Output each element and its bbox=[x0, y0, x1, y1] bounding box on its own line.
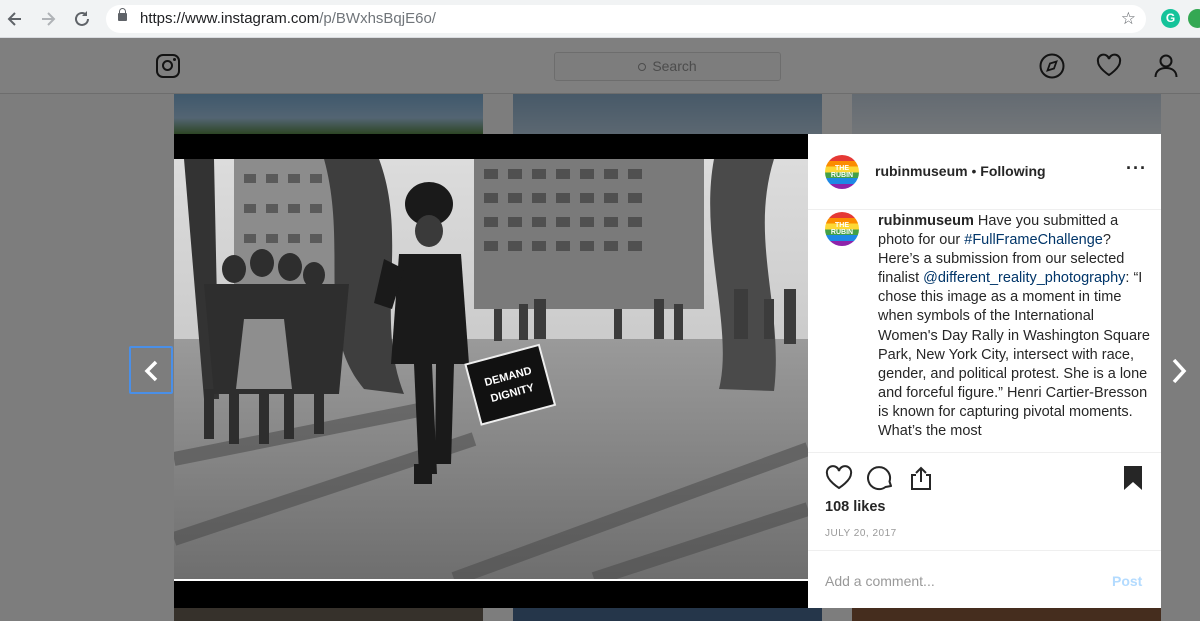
lock-icon bbox=[118, 8, 127, 21]
url-text[interactable]: https://www.instagram.com/p/BWxhsBqjE6o/ bbox=[140, 5, 436, 33]
post-caption: rubinmuseum Have you submitted a photo f… bbox=[878, 213, 1150, 440]
like-heart-icon[interactable] bbox=[825, 465, 853, 496]
more-options-icon[interactable]: ··· bbox=[1126, 158, 1147, 179]
mention-link[interactable]: @different_reality_photography bbox=[923, 270, 1125, 286]
post-author: rubinmuseum • Following bbox=[875, 163, 1046, 179]
comment-form: Add a comment... Post bbox=[808, 550, 1161, 608]
share-icon[interactable] bbox=[908, 465, 934, 496]
forward-arrow-icon[interactable] bbox=[37, 8, 59, 30]
chevron-left-icon bbox=[144, 360, 158, 382]
username-link[interactable]: rubinmuseum bbox=[875, 163, 968, 179]
grammarly-extension-icon[interactable]: G bbox=[1161, 9, 1180, 28]
caption-username-link[interactable]: rubinmuseum bbox=[878, 213, 974, 229]
post-image-frame: DEMAND DIGNITY bbox=[174, 134, 808, 608]
address-bar[interactable]: https://www.instagram.com/p/BWxhsBqjE6o/… bbox=[106, 5, 1146, 33]
post-header: THE RUBIN rubinmuseum • Following ··· bbox=[808, 134, 1161, 210]
avatar[interactable]: THE RUBIN bbox=[825, 155, 859, 189]
reload-icon[interactable] bbox=[71, 8, 93, 30]
post-date[interactable]: JULY 20, 2017 bbox=[825, 528, 897, 539]
next-post-button[interactable] bbox=[1170, 358, 1188, 389]
comment-bubble-icon[interactable] bbox=[867, 465, 895, 496]
back-arrow-icon[interactable] bbox=[4, 8, 26, 30]
caption-avatar[interactable]: THE RUBIN bbox=[825, 212, 859, 246]
post-details-panel: THE RUBIN rubinmuseum • Following ··· TH… bbox=[808, 134, 1161, 608]
post-comment-button[interactable]: Post bbox=[1112, 573, 1142, 589]
follow-separator: • bbox=[971, 163, 977, 179]
following-button[interactable]: Following bbox=[980, 163, 1045, 179]
post-image[interactable]: DEMAND DIGNITY bbox=[174, 159, 808, 581]
chevron-right-icon bbox=[1172, 358, 1187, 384]
previous-post-button[interactable] bbox=[129, 346, 173, 394]
comment-input[interactable]: Add a comment... bbox=[825, 573, 935, 589]
browser-toolbar: https://www.instagram.com/p/BWxhsBqjE6o/… bbox=[0, 0, 1200, 38]
save-bookmark-icon[interactable] bbox=[1122, 465, 1144, 496]
like-count[interactable]: 108 likes bbox=[825, 499, 885, 515]
bookmark-star-icon[interactable]: ☆ bbox=[1121, 5, 1136, 33]
post-actions: 108 likes JULY 20, 2017 bbox=[808, 452, 1161, 550]
hashtag-link[interactable]: #FullFrameChallenge bbox=[964, 232, 1103, 248]
extension-icon[interactable] bbox=[1188, 9, 1200, 28]
